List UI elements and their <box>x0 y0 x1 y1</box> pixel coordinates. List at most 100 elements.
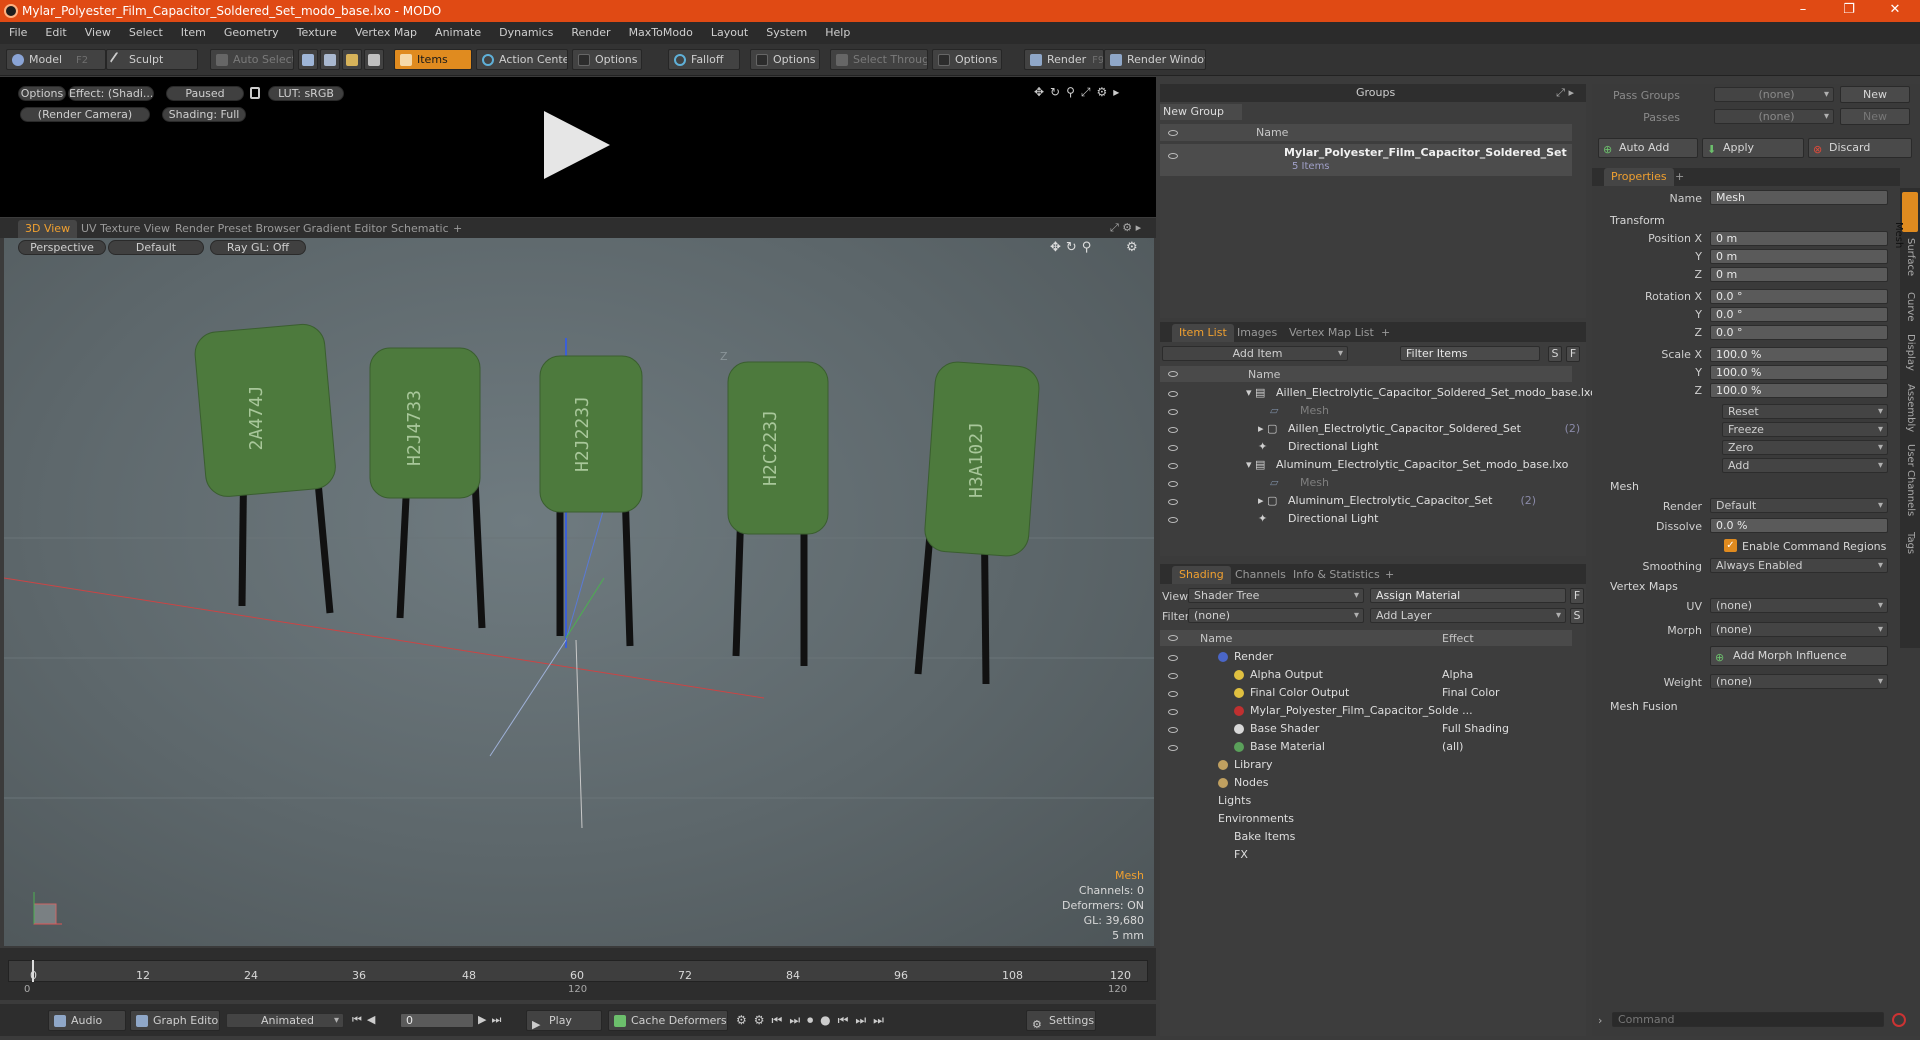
layer-s-button[interactable]: S <box>1570 608 1584 624</box>
next-key-buttons[interactable]: ▶⏭ <box>478 1013 506 1027</box>
tab-properties[interactable]: Properties <box>1604 168 1674 186</box>
maximize-button[interactable]: ❐ <box>1826 0 1872 22</box>
action-center-button[interactable]: Action Center <box>476 49 568 70</box>
shader-tree-row[interactable]: Base Material (all) <box>1160 738 1572 756</box>
play-button[interactable]: ▶ Play <box>526 1010 602 1031</box>
tab-channels[interactable]: Channels <box>1228 566 1293 584</box>
pass-groups-dropdown[interactable]: (none) <box>1714 87 1834 102</box>
tab-shading[interactable]: Shading <box>1172 566 1231 584</box>
tab-uv-texture-view[interactable]: UV Texture View <box>74 220 177 238</box>
eye-icon[interactable] <box>1168 724 1178 737</box>
menu-system[interactable]: System <box>757 22 816 43</box>
uv-dropdown[interactable]: (none) <box>1710 598 1888 613</box>
select-through-button[interactable]: Select Through <box>830 49 928 70</box>
shader-tree-row[interactable]: Base Shader Full Shading <box>1160 720 1572 738</box>
smoothing-dropdown[interactable]: Always Enabled <box>1710 558 1888 573</box>
render-button[interactable]: Render F9 <box>1024 49 1104 70</box>
shader-tree-row[interactable]: Render <box>1160 648 1572 666</box>
graph-editor-button[interactable]: Graph Editor <box>130 1010 220 1031</box>
shader-layer-effect[interactable]: Full Shading <box>1442 722 1509 735</box>
material-select-button[interactable] <box>364 49 384 70</box>
falloff-options-button[interactable]: Options <box>750 49 820 70</box>
menu-render[interactable]: Render <box>562 22 619 43</box>
shader-tree-row[interactable]: Bake Items <box>1160 828 1572 846</box>
add-morph-influence-button[interactable]: ⊕ Add Morph Influence <box>1710 646 1888 666</box>
eye-icon[interactable] <box>1168 460 1178 473</box>
side-tab-display[interactable]: Display <box>1905 334 1916 371</box>
scale-z-input[interactable]: 100.0 % <box>1710 383 1888 398</box>
sculpt-mode-button[interactable]: Sculpt <box>106 49 198 70</box>
eye-icon[interactable] <box>1168 496 1178 509</box>
tab-render-preset-browser[interactable]: Render Preset Browser <box>168 220 307 238</box>
passes-dropdown[interactable]: (none) <box>1714 109 1834 124</box>
menu-animate[interactable]: Animate <box>426 22 490 43</box>
lut-dropdown[interactable]: LUT: sRGB <box>268 86 344 101</box>
tab-images[interactable]: Images <box>1230 324 1284 342</box>
animated-dropdown[interactable]: Animated <box>226 1013 344 1028</box>
item-list-row[interactable]: ▾ ▤ Aluminum_Electrolytic_Capacitor_Set_m… <box>1160 456 1572 474</box>
auto-add-button[interactable]: ⊕ Auto Add <box>1598 138 1698 158</box>
new-group-button[interactable]: New Group <box>1160 104 1242 120</box>
shader-tree-row[interactable]: Mylar_Polyester_Film_Capacitor_Solde ... <box>1160 702 1572 720</box>
add-dropdown[interactable]: Add <box>1722 458 1888 473</box>
shader-tree-row[interactable]: Library <box>1160 756 1572 774</box>
dissolve-input[interactable]: 0.0 % <box>1710 518 1888 533</box>
rotation-z-input[interactable]: 0.0 ° <box>1710 325 1888 340</box>
minimize-button[interactable]: – <box>1780 0 1826 22</box>
menu-view[interactable]: View <box>76 22 120 43</box>
model-mode-button[interactable]: Model F2 <box>6 49 106 70</box>
auto-select-button[interactable]: Auto Select <box>210 49 294 70</box>
shader-tree-row[interactable]: Final Color Output Final Color <box>1160 684 1572 702</box>
eye-icon[interactable] <box>1168 514 1178 527</box>
cache-deformers-button[interactable]: Cache Deformers <box>608 1010 728 1031</box>
reset-dropdown[interactable]: Reset <box>1722 404 1888 419</box>
frame-input[interactable]: 0 <box>400 1013 474 1028</box>
falloff-button[interactable]: Falloff <box>668 49 740 70</box>
filter-f-button[interactable]: F <box>1566 346 1580 362</box>
position-y-input[interactable]: 0 m <box>1710 249 1888 264</box>
weight-dropdown[interactable]: (none) <box>1710 674 1888 689</box>
add-tab-button[interactable]: + <box>446 220 469 238</box>
shader-tree-row[interactable]: Alpha Output Alpha <box>1160 666 1572 684</box>
menu-geometry[interactable]: Geometry <box>215 22 288 43</box>
side-tab-curve[interactable]: Curve <box>1905 292 1916 322</box>
render-dropdown[interactable]: Default <box>1710 498 1888 513</box>
eye-icon[interactable] <box>1168 652 1178 665</box>
render-camera-dropdown[interactable]: (Render Camera) <box>20 107 150 122</box>
mesh-fusion-section[interactable]: Mesh Fusion <box>1610 700 1678 713</box>
rotation-y-input[interactable]: 0.0 ° <box>1710 307 1888 322</box>
freeze-dropdown[interactable]: Freeze <box>1722 422 1888 437</box>
side-tab-user-channels[interactable]: User Channels <box>1905 444 1916 516</box>
item-list-row[interactable]: ▾ ▤ Aillen_Electrolytic_Capacitor_Soldere… <box>1160 384 1597 402</box>
preview-options-button[interactable]: Options <box>18 86 66 101</box>
3d-viewport[interactable]: Perspective Default Ray GL: Off ✥↻⚲ ⚙ Z … <box>4 238 1154 946</box>
shader-tree-row[interactable]: FX <box>1160 846 1572 864</box>
command-input[interactable]: Command <box>1612 1012 1884 1027</box>
menu-edit[interactable]: Edit <box>36 22 75 43</box>
settings-button[interactable]: ⚙ Settings <box>1026 1010 1096 1031</box>
eye-icon[interactable] <box>1168 742 1178 755</box>
name-input[interactable]: Mesh <box>1710 190 1888 205</box>
tab-vertex-map-list[interactable]: Vertex Map List <box>1282 324 1381 342</box>
add-tab-button[interactable]: + <box>1668 168 1691 186</box>
vertex-select-button[interactable] <box>298 49 318 70</box>
shader-layer-effect[interactable]: (all) <box>1442 740 1463 753</box>
tab-info-statistics[interactable]: Info & Statistics <box>1286 566 1387 584</box>
command-record-icon[interactable] <box>1892 1013 1906 1027</box>
enable-command-regions-checkbox[interactable]: ✓ <box>1724 539 1737 552</box>
filter-items-input[interactable]: Filter Items <box>1400 346 1540 361</box>
capacitor-0[interactable]: 2A474J <box>193 323 337 614</box>
filter-dropdown[interactable]: (none) <box>1188 608 1364 623</box>
preview-effect-dropdown[interactable]: Effect: (Shadi... <box>68 86 154 101</box>
eye-icon[interactable] <box>1168 688 1178 701</box>
action-center-options-button[interactable]: Options <box>572 49 642 70</box>
item-list-row[interactable]: ▸ ▢ Aillen_Electrolytic_Capacitor_Soldere… <box>1160 420 1580 438</box>
eye-icon[interactable] <box>1168 150 1178 163</box>
close-button[interactable]: ✕ <box>1872 0 1918 22</box>
apply-button[interactable]: ⬇ Apply <box>1702 138 1804 158</box>
menu-texture[interactable]: Texture <box>288 22 346 43</box>
position-z-input[interactable]: 0 m <box>1710 267 1888 282</box>
add-item-dropdown[interactable]: Add Item <box>1162 346 1348 361</box>
view-dropdown[interactable]: Shader Tree <box>1188 588 1364 603</box>
items-mode-button[interactable]: Items <box>394 49 472 70</box>
